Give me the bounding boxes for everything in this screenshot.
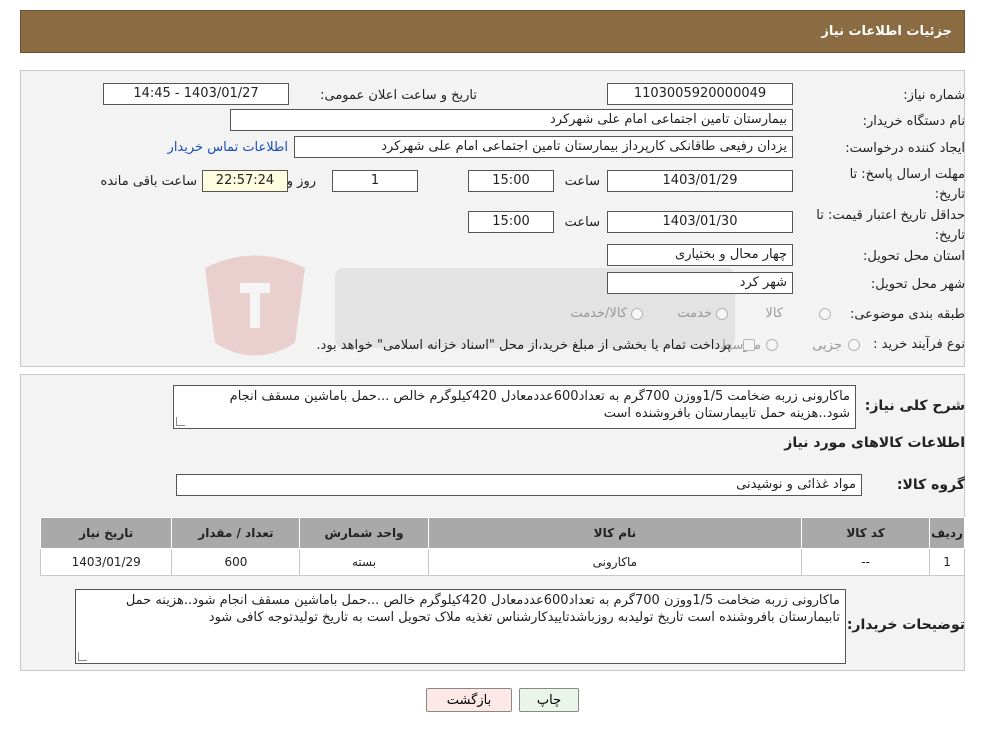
col-unit: واحد شمارش bbox=[299, 517, 429, 549]
category-radio-both[interactable] bbox=[631, 308, 643, 320]
goods-table: ردیف کد کالا نام کالا واحد شمارش تعداد /… bbox=[39, 517, 965, 576]
col-name: نام کالا bbox=[427, 517, 803, 549]
city-label: شهر محل تحویل: bbox=[870, 277, 965, 292]
price-date-field: 1403/01/30 bbox=[607, 211, 793, 233]
cell-name: ماکارونی bbox=[427, 548, 803, 576]
price-validity-label: حداقل تاریخ اعتبار قیمت: تا تاریخ: bbox=[816, 208, 965, 243]
category-option-service: خدمت bbox=[677, 306, 712, 321]
goods-group-label: گروه کالا: bbox=[896, 477, 965, 493]
buyer-org-label: نام دستگاه خریدار: bbox=[862, 114, 965, 129]
price-time-field: 15:00 bbox=[468, 211, 554, 233]
col-row: ردیف bbox=[929, 517, 965, 549]
process-radio-minor[interactable] bbox=[848, 339, 860, 351]
creator-label: ایجاد کننده درخواست: bbox=[845, 141, 965, 156]
city-field: شهر کرد bbox=[607, 272, 793, 294]
buyer-notes-label: توضیحات خریدار: bbox=[846, 617, 965, 633]
reply-deadline-label: مهلت ارسال پاسخ: تا تاریخ: bbox=[849, 167, 965, 202]
col-date: تاریخ نیاز bbox=[39, 517, 173, 549]
summary-textarea[interactable]: ماکارونی زربه ضخامت 1/5ووزن 700گرم به تع… bbox=[173, 385, 856, 429]
process-radio-medium[interactable] bbox=[766, 339, 778, 351]
reply-time-field: 15:00 bbox=[468, 170, 554, 192]
remaining-time-label: ساعت باقی مانده bbox=[100, 174, 197, 189]
buyer-notes-textarea[interactable]: ماکارونی زربه ضخامت 1/5ووزن 700گرم به تع… bbox=[75, 589, 846, 664]
creator-field: یزدان رفیعی طاقانکی کارپرداز بیمارستان ت… bbox=[294, 136, 793, 158]
reply-date-field: 1403/01/29 bbox=[607, 170, 793, 192]
back-button[interactable]: بازگشت bbox=[426, 688, 512, 712]
need-number-field: 1103005920000049 bbox=[607, 83, 793, 105]
remaining-time-field: 22:57:24 bbox=[202, 170, 288, 192]
page-title: جزئیات اطلاعات نیاز bbox=[821, 24, 952, 39]
need-number-label: شماره نیاز: bbox=[903, 88, 965, 103]
category-label: طبقه بندی موضوعی: bbox=[849, 307, 965, 322]
goods-table-header: ردیف کد کالا نام کالا واحد شمارش تعداد /… bbox=[39, 517, 965, 549]
category-radio-service[interactable] bbox=[716, 308, 728, 320]
cell-unit: بسته bbox=[299, 548, 429, 576]
process-option-minor: جزیی bbox=[812, 338, 842, 353]
goods-section-title: اطلاعات کالاهای مورد نیاز bbox=[784, 435, 965, 451]
category-radio-goods[interactable] bbox=[819, 308, 831, 320]
buyer-org-field: بیمارستان تامین اجتماعی امام علی شهرکرد bbox=[230, 109, 793, 131]
cell-date: 1403/01/29 bbox=[39, 548, 173, 576]
buyer-contact-link[interactable]: اطلاعات تماس خریدار bbox=[168, 140, 288, 155]
print-button[interactable]: چاپ bbox=[519, 688, 579, 712]
process-type-label: نوع فرآیند خرید : bbox=[873, 337, 965, 352]
page-header: جزئیات اطلاعات نیاز bbox=[20, 10, 965, 53]
payment-note: پرداخت تمام یا بخشی از مبلغ خرید،از محل … bbox=[316, 338, 731, 353]
resize-grip-icon[interactable] bbox=[78, 652, 87, 661]
category-option-both: کالا/خدمت bbox=[570, 306, 627, 321]
cell-code: -- bbox=[801, 548, 931, 576]
cell-row: 1 bbox=[929, 548, 965, 576]
summary-label: شرح کلی نیاز: bbox=[864, 398, 965, 414]
table-row: 1 -- ماکارونی بسته 600 1403/01/29 bbox=[39, 548, 965, 576]
days-field: 1 bbox=[332, 170, 418, 192]
announce-date-field: 1403/01/27 - 14:45 bbox=[103, 83, 289, 105]
category-option-goods: کالا bbox=[765, 306, 783, 321]
days-label: روز و bbox=[286, 174, 316, 189]
goods-group-field: مواد غذائی و نوشیدنی bbox=[176, 474, 862, 496]
province-field: چهار محال و بختیاری bbox=[607, 244, 793, 266]
resize-grip-icon[interactable] bbox=[176, 417, 185, 426]
province-label: استان محل تحویل: bbox=[863, 249, 965, 264]
reply-time-label: ساعت bbox=[564, 174, 600, 189]
cell-qty: 600 bbox=[171, 548, 301, 576]
announce-date-label: تاریخ و ساعت اعلان عمومی: bbox=[320, 88, 477, 103]
payment-checkbox[interactable] bbox=[743, 339, 755, 351]
col-code: کد کالا bbox=[801, 517, 931, 549]
col-qty: تعداد / مقدار bbox=[171, 517, 301, 549]
price-time-label: ساعت bbox=[564, 215, 600, 230]
